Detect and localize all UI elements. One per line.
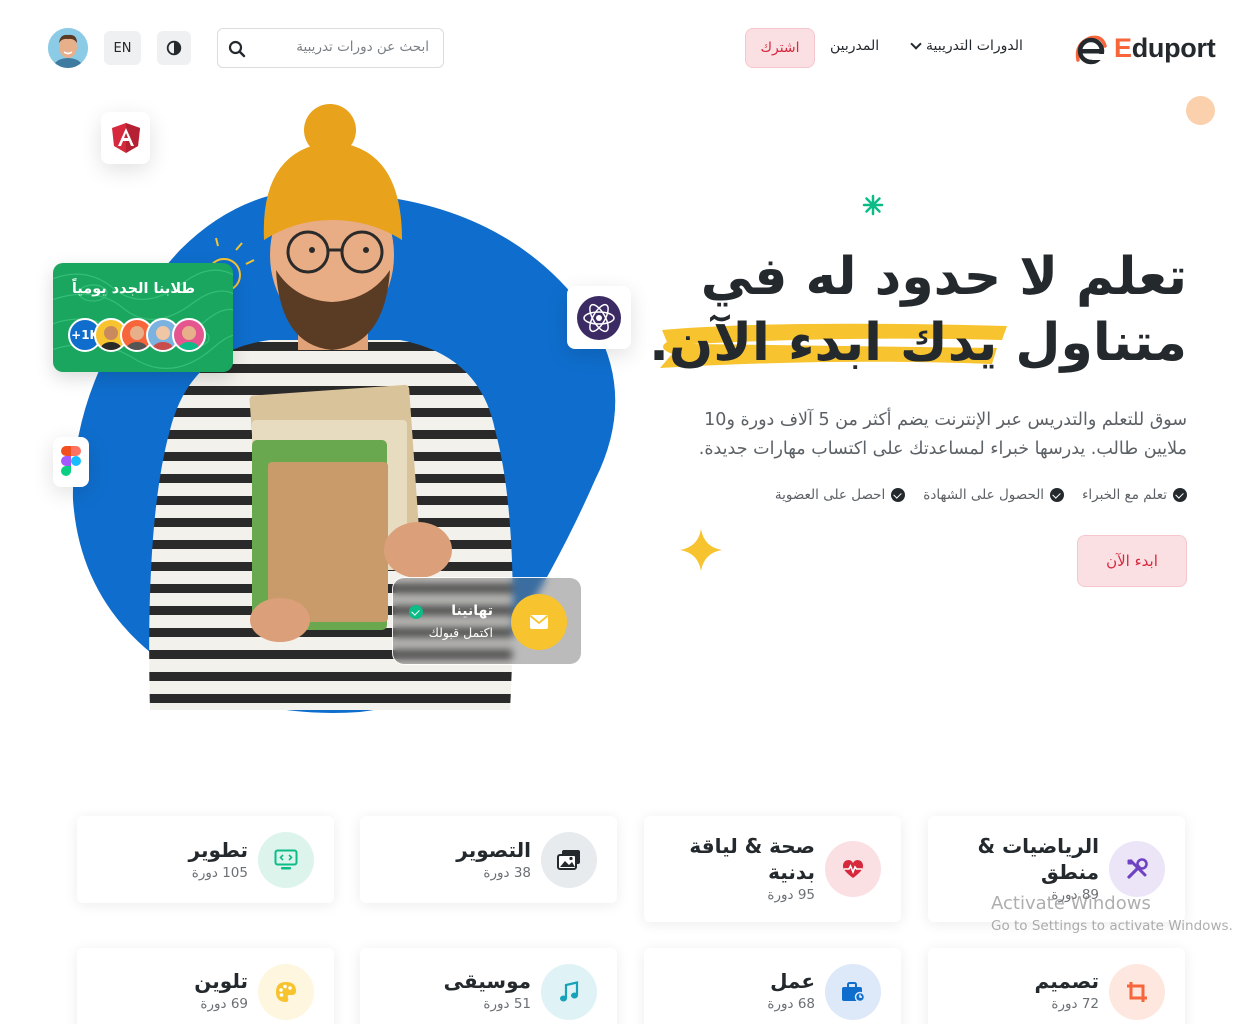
nav-courses-dropdown[interactable]: الدورات التدريبية [910,38,1023,54]
category-card-development[interactable]: تطوير 105 دورة [77,816,334,903]
congrats-title: تهانينا [451,603,493,619]
feature-label: الحصول على الشهادة [923,487,1045,503]
contrast-icon [166,40,182,56]
student-avatar [172,318,206,352]
decorative-sparkle-icon [680,529,722,571]
search-bar[interactable]: ابحث عن دورات تدريبية [217,28,444,68]
category-name: عمل [770,969,815,993]
crop-icon [1127,982,1147,1002]
mail-badge [511,594,567,650]
nav-courses-label: الدورات التدريبية [926,38,1023,54]
figma-badge [53,437,89,487]
hero-title-line2-a: متناول [1015,313,1187,373]
start-now-button[interactable]: ابدء الآن [1077,535,1187,587]
category-count: 89 دورة [1051,887,1099,903]
students-avatars: +1K [68,318,206,352]
new-students-card: طلابنا الجدد يومياً +1K [53,263,233,372]
hero-title-line1: تعلم لا حدود له في [700,247,1187,307]
palette-icon [276,982,296,1002]
category-icon-wrap [541,832,597,888]
user-avatar[interactable] [48,28,88,68]
category-icon-wrap [1109,841,1165,897]
logo-text: Eduport [1114,32,1216,63]
category-card-math-logic[interactable]: الرياضيات & منطق 89 دورة [928,816,1185,922]
theme-toggle-button[interactable] [157,31,191,65]
category-icon-wrap [258,964,314,1020]
feature-item: احصل على العضوية [774,487,906,503]
heart-pulse-icon [842,860,864,878]
chevron-down-icon [910,38,922,50]
avatar-image [48,28,88,68]
category-count: 38 دورة [483,865,531,881]
search-icon[interactable] [228,40,246,58]
check-circle-icon [891,488,906,502]
category-icon-wrap [258,832,314,888]
decorative-circle [1186,96,1215,125]
briefcase-icon [842,982,865,1003]
hero-description: سوق للتعلم والتدريس عبر الإنترنت يضم أكث… [698,410,1187,459]
feature-label: تعلم مع الخبراء [1082,487,1167,503]
envelope-icon [529,615,549,629]
category-name: الرياضيات & منطق [977,834,1099,884]
category-count: 95 دورة [767,887,815,903]
figma-icon [61,446,81,476]
hero-title: تعلم لا حدود له في متناول يدك ابدء الآن. [627,244,1187,376]
category-icon-wrap [825,841,881,897]
category-icon-wrap [1109,964,1165,1020]
category-card-coloring[interactable]: تلوين 69 دورة [77,948,334,1024]
category-count: 105 دورة [191,865,248,881]
subscribe-button[interactable]: اشترك [745,28,815,68]
category-card-health-fitness[interactable]: صحة & لياقة بدنية 95 دورة [644,816,901,922]
congrats-notification-card: تهانينا اكتمل قبولك [392,577,582,665]
category-name: صحة & لياقة بدنية [689,834,815,884]
category-name: تلوين [194,969,248,993]
search-input[interactable]: ابحث عن دورات تدريبية [296,39,429,55]
music-note-icon [560,981,579,1002]
brand-logo[interactable]: Eduport [1072,30,1216,66]
check-circle-icon [409,605,423,619]
category-count: 68 دورة [767,996,815,1012]
atom-icon [577,295,621,340]
decorative-star-icon [862,194,884,216]
category-card-photography[interactable]: التصوير 38 دورة [360,816,617,903]
category-card-business[interactable]: عمل 68 دورة [644,948,901,1024]
category-count: 72 دورة [1051,996,1099,1012]
new-students-title: طلابنا الجدد يومياً [71,281,195,297]
feature-item: الحصول على الشهادة [923,487,1065,503]
science-badge [567,286,631,349]
nav-trainers-link[interactable]: المدربين [830,38,879,54]
eduport-logo-icon [1075,35,1107,65]
congrats-subtitle: اكتمل قبولك [428,625,493,640]
nav-trainers-label: المدربين [830,38,880,54]
category-icon-wrap [541,964,597,1020]
angular-badge [101,112,150,164]
hero-features-list: تعلم مع الخبراء الحصول على الشهادة احصل … [775,487,1187,503]
category-name: تصميم [1034,969,1099,993]
category-card-music[interactable]: موسيقى 51 دورة [360,948,617,1024]
check-circle-icon [1173,488,1187,502]
category-name: التصوير [456,838,531,862]
feature-label: احصل على العضوية [774,487,886,503]
check-circle-icon [1050,488,1065,502]
category-count: 69 دورة [200,996,248,1012]
images-icon [557,850,580,870]
hero-title-highlight: يدك ابدء الآن. [649,313,998,373]
top-navbar: Eduport الدورات التدريبية المدربين اشترك… [0,0,1259,96]
category-count: 51 دورة [483,996,531,1012]
monitor-code-icon [274,849,298,870]
feature-item: تعلم مع الخبراء [1082,487,1187,503]
tools-icon [1127,858,1148,879]
category-icon-wrap [825,964,881,1020]
angular-icon [111,123,140,153]
category-card-design[interactable]: تصميم 72 دورة [928,948,1185,1024]
language-button[interactable]: EN [104,31,141,65]
category-name: تطوير [188,838,248,862]
category-name: موسيقى [443,969,531,993]
